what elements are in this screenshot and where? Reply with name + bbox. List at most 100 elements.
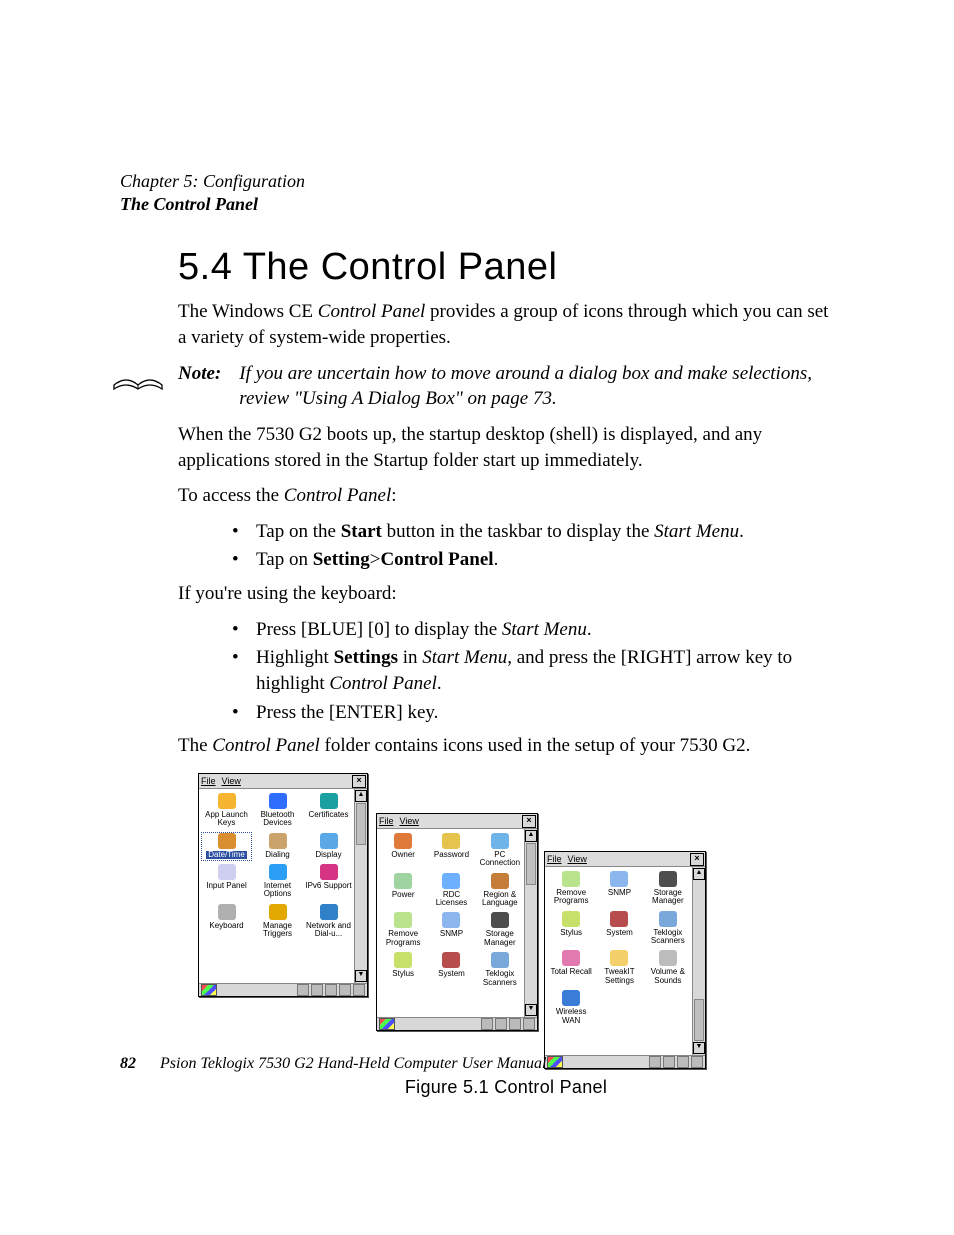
start-button[interactable] (547, 1056, 563, 1068)
cp-icon[interactable]: SNMP (427, 911, 475, 949)
scrollbar[interactable]: ▲ ▼ (524, 829, 537, 1017)
file-menu[interactable]: File (379, 815, 394, 827)
total-recall-icon (562, 950, 580, 966)
access-paragraph: To access the Control Panel: (178, 483, 834, 509)
system-icon (442, 952, 460, 968)
note-label: Note: (178, 361, 221, 412)
scroll-up-icon[interactable]: ▲ (355, 790, 367, 802)
cp-icon[interactable]: Certificates (303, 792, 354, 830)
cp-icon[interactable]: Storage Manager (476, 911, 524, 949)
cp-icon[interactable]: Manage Triggers (252, 903, 303, 941)
scroll-down-icon[interactable]: ▼ (355, 970, 367, 982)
start-button[interactable] (201, 984, 217, 996)
list-item: Press the [ENTER] key. (232, 700, 834, 726)
cp-icon[interactable]: App Launch Keys (201, 792, 252, 830)
menubar: File View × (199, 774, 367, 789)
view-menu[interactable]: View (568, 853, 587, 865)
note-body: If you are uncertain how to move around … (239, 361, 834, 412)
scroll-down-icon[interactable]: ▼ (693, 1042, 705, 1054)
system-tray (297, 984, 365, 996)
list-item: Press [BLUE] [0] to display the Start Me… (232, 617, 834, 643)
cp-icon[interactable]: Owner (379, 832, 427, 870)
figure-5-1: File View × App Launch Keys Bluetooth De… (178, 773, 834, 1083)
cp-icon[interactable]: SNMP (595, 870, 643, 908)
section-line: The Control Panel (120, 193, 305, 216)
book-icon (112, 363, 164, 395)
region-icon (491, 873, 509, 889)
taskbar (377, 1017, 537, 1030)
cp-icon[interactable]: Teklogix Scanners (476, 951, 524, 989)
ipv6-icon (320, 864, 338, 880)
cp-icon[interactable]: TweakIT Settings (595, 949, 643, 987)
cp-icon[interactable]: Remove Programs (379, 911, 427, 949)
keys-icon (218, 793, 236, 809)
password-icon (442, 833, 460, 849)
scrollbar[interactable]: ▲ ▼ (692, 867, 705, 1055)
icon-grid-3: Remove Programs SNMP Storage Manager Sty… (547, 870, 692, 1027)
cp-icon[interactable]: Power (379, 872, 427, 910)
cp-icon[interactable]: Internet Options (252, 863, 303, 901)
page-number: 82 (120, 1055, 136, 1072)
view-menu[interactable]: View (222, 775, 241, 787)
scrollbar[interactable]: ▲ ▼ (354, 789, 367, 983)
menubar: File View × (377, 814, 537, 829)
keyboard-paragraph: If you're using the keyboard: (178, 581, 834, 607)
folder-paragraph: The Control Panel folder contains icons … (178, 733, 834, 759)
file-menu[interactable]: File (201, 775, 216, 787)
scroll-up-icon[interactable]: ▲ (525, 830, 537, 842)
cp-icon[interactable]: Network and Dial-u... (303, 903, 354, 941)
scroll-thumb[interactable] (356, 803, 366, 845)
taskbar (545, 1055, 705, 1068)
cp-icon[interactable]: RDC Licenses (427, 872, 475, 910)
start-button[interactable] (379, 1018, 395, 1030)
cp-icon[interactable]: Volume & Sounds (644, 949, 692, 987)
cp-icon[interactable]: Remove Programs (547, 870, 595, 908)
cp-icon[interactable]: Wireless WAN (547, 989, 595, 1027)
cp-icon[interactable]: Keyboard (201, 903, 252, 941)
file-menu[interactable]: File (547, 853, 562, 865)
phone-icon (269, 833, 287, 849)
cp-icon[interactable]: PC Connection (476, 832, 524, 870)
scroll-down-icon[interactable]: ▼ (525, 1004, 537, 1016)
book-title: Psion Teklogix 7530 G2 Hand-Held Compute… (160, 1055, 547, 1072)
scanner-icon (491, 952, 509, 968)
cp-icon[interactable]: Date/Time (201, 832, 252, 861)
cp-icon[interactable]: System (595, 910, 643, 948)
scroll-up-icon[interactable]: ▲ (693, 868, 705, 880)
cp-icon[interactable]: IPv6 Support (303, 863, 354, 901)
cp-icon[interactable]: Stylus (379, 951, 427, 989)
cp-icon[interactable]: Display (303, 832, 354, 861)
view-menu[interactable]: View (400, 815, 419, 827)
cp-icon[interactable]: System (427, 951, 475, 989)
scroll-thumb[interactable] (694, 999, 704, 1041)
volume-icon (659, 950, 677, 966)
keyboard-icon (218, 904, 236, 920)
icon-grid-2: Owner Password PC Connection Power RDC L… (379, 832, 524, 989)
cp-icon[interactable]: Storage Manager (644, 870, 692, 908)
cp-icon[interactable]: Stylus (547, 910, 595, 948)
owner-icon (394, 833, 412, 849)
tweakit-icon (610, 950, 628, 966)
cp-icon[interactable]: Teklogix Scanners (644, 910, 692, 948)
cp-icon[interactable]: Total Recall (547, 949, 595, 987)
close-button[interactable]: × (690, 853, 704, 866)
cp-icon[interactable]: Password (427, 832, 475, 870)
stylus-icon (394, 952, 412, 968)
bullet-list-1: Tap on the Start button in the taskbar t… (178, 519, 834, 573)
control-panel-window-1: File View × App Launch Keys Bluetooth De… (198, 773, 368, 997)
page-title: 5.4 The Control Panel (178, 242, 834, 293)
scroll-thumb[interactable] (526, 843, 536, 885)
control-panel-window-3: File View × Remove Programs SNMP Storage… (544, 851, 706, 1069)
note-block: Note: If you are uncertain how to move a… (112, 361, 834, 412)
list-item: Tap on Setting>Control Panel. (232, 547, 834, 573)
close-button[interactable]: × (352, 775, 366, 788)
cp-icon[interactable]: Dialing (252, 832, 303, 861)
snmp-icon (610, 871, 628, 887)
cp-icon[interactable]: Region & Language (476, 872, 524, 910)
clock-icon (218, 833, 236, 849)
cp-icon[interactable]: Bluetooth Devices (252, 792, 303, 830)
close-button[interactable]: × (522, 815, 536, 828)
cp-icon[interactable]: Input Panel (201, 863, 252, 901)
remove-programs-icon (394, 912, 412, 928)
running-header: Chapter 5: Configuration The Control Pan… (120, 170, 305, 217)
